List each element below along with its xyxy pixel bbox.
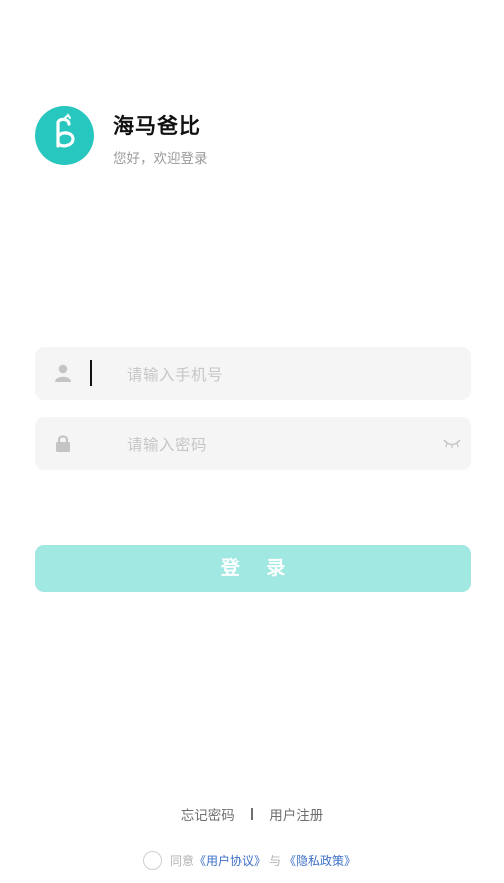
phone-input[interactable]: 请输入手机号: [127, 363, 223, 385]
user-agreement-link[interactable]: 《用户协议》: [194, 852, 266, 869]
login-screen: 海马爸比 您好，欢迎登录 请输入手机号 请输入密码 登 录 忘记密码 用户注册 …: [0, 0, 504, 883]
agree-label: 同意: [170, 853, 195, 868]
text-cursor: [90, 360, 92, 386]
eye-closed-icon[interactable]: [443, 438, 461, 449]
forgot-password-link[interactable]: 忘记密码: [181, 804, 235, 824]
app-logo-icon: [35, 106, 94, 165]
and-label: 与: [269, 853, 282, 868]
welcome-subtitle: 您好，欢迎登录: [113, 151, 208, 167]
privacy-policy-link[interactable]: 《隐私政策》: [284, 852, 356, 869]
password-input[interactable]: 请输入密码: [127, 433, 207, 455]
user-icon: [55, 364, 71, 382]
agree-checkbox[interactable]: [143, 850, 162, 870]
lock-icon: [56, 435, 70, 452]
link-divider: [251, 808, 253, 820]
agreement-row: 同意 《用户协议》 与 《隐私政策》: [143, 848, 356, 872]
login-button[interactable]: 登 录: [35, 545, 471, 592]
bottom-links: 忘记密码 用户注册: [0, 804, 504, 824]
register-link[interactable]: 用户注册: [269, 804, 323, 824]
app-name: 海马爸比: [113, 114, 201, 138]
phone-field[interactable]: 请输入手机号: [35, 347, 471, 400]
password-field[interactable]: 请输入密码: [35, 417, 471, 470]
